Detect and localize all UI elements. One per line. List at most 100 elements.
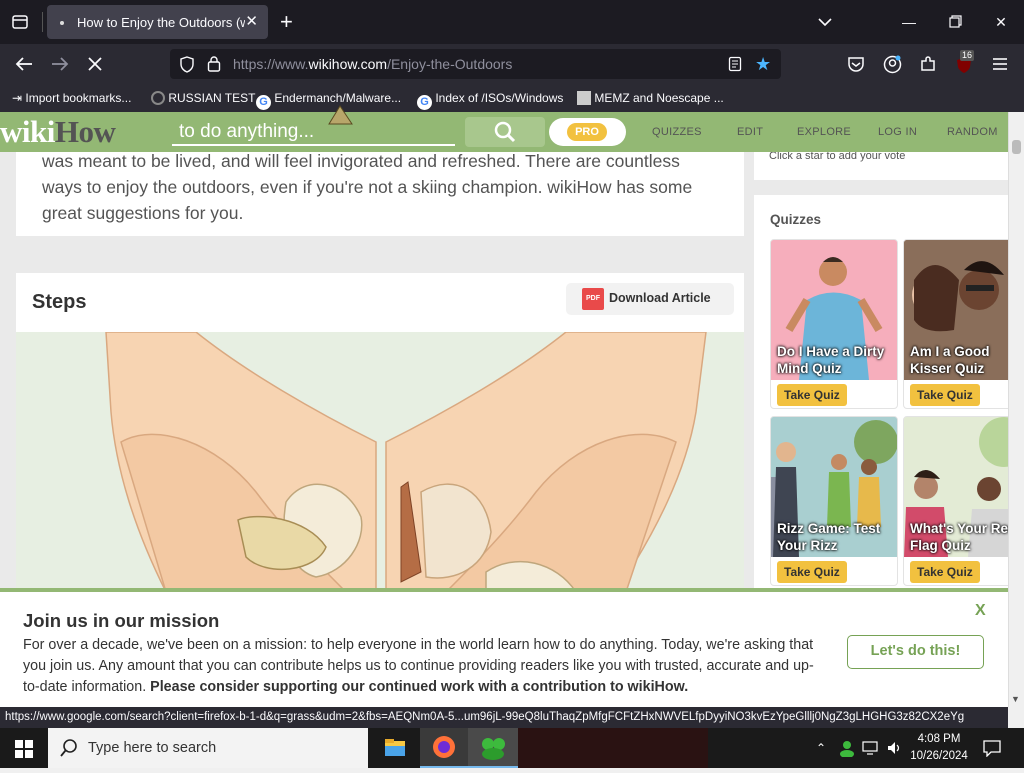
intro-line: was meant to be lived, and will feel inv… — [42, 151, 680, 171]
tracking-shield-icon[interactable] — [179, 56, 195, 78]
nav-explore[interactable]: EXPLORE — [797, 126, 851, 138]
file-explorer-icon[interactable] — [372, 728, 418, 768]
quiz-title: Do I Have a Dirty Mind Quiz — [777, 344, 885, 376]
back-arrow-icon[interactable] — [14, 55, 34, 78]
active-tab[interactable]: How to Enjoy the Outdoors (with ✕ — [47, 5, 268, 39]
account-icon[interactable] — [883, 55, 902, 79]
taskbar-search-box[interactable]: Type here to search — [48, 728, 368, 768]
hamburger-menu-icon[interactable] — [992, 57, 1008, 76]
page-scrollbar[interactable]: ▼ — [1008, 112, 1024, 707]
url-bar[interactable]: https://www.wikihow.com/Enjoy-the-Outdoo… — [170, 49, 781, 79]
bookmark-label: MEMZ and Noescape ... — [594, 91, 724, 105]
url-domain: wikihow.com — [308, 56, 388, 72]
banner-body: For over a decade, we've been on a missi… — [23, 635, 843, 698]
quiz-title: What's Your Red Flag Quiz — [910, 521, 1013, 553]
minimize-button[interactable]: — — [886, 0, 932, 44]
browser-tab-strip: How to Enjoy the Outdoors (with ✕ + — ✕ — [0, 0, 1024, 44]
windows-start-icon[interactable] — [15, 740, 33, 763]
pro-label: PRO — [567, 123, 607, 141]
logo-how: How — [54, 114, 116, 149]
banner-title: Join us in our mission — [23, 610, 220, 631]
volume-icon[interactable] — [886, 740, 902, 761]
quiz-card[interactable]: Do I Have a Dirty Mind Quiz Take Quiz — [770, 239, 898, 409]
banner-close-button[interactable]: X — [975, 602, 986, 620]
banner-line: to-date information. Please consider sup… — [23, 677, 843, 698]
lock-icon[interactable] — [207, 55, 221, 77]
import-icon: ⇥ — [12, 91, 23, 105]
tab-list-icon[interactable] — [10, 12, 30, 32]
close-tab-icon[interactable]: ✕ — [245, 12, 258, 30]
bookmark-favicon-icon — [577, 91, 591, 105]
wikihow-header: wikiHow to do anything... PRO QUIZZES ED… — [0, 112, 1008, 152]
scrollbar-thumb[interactable] — [1012, 140, 1021, 154]
bookmark-star-icon[interactable]: ★ — [755, 54, 771, 75]
quiz-card[interactable]: What's Your Red Flag Quiz Take Quiz — [903, 416, 1013, 586]
bookmark-label: Endermanch/Malware... — [274, 91, 402, 105]
lets-do-this-button[interactable]: Let's do this! — [847, 635, 984, 669]
quizzes-box: Quizzes Do I Have a Dirty Mind Quiz Take… — [754, 195, 1013, 595]
show-hidden-icons-icon[interactable]: ⌃ — [816, 741, 826, 755]
search-placeholder: to do anything... — [179, 121, 315, 142]
extensions-puzzle-icon[interactable] — [919, 55, 937, 78]
pro-button[interactable]: PRO — [549, 118, 626, 146]
network-icon[interactable] — [862, 741, 880, 760]
bookmark-index-isos[interactable]: G Index of /ISOs/Windows — [417, 91, 563, 110]
article-intro: was meant to be lived, and will feel inv… — [16, 151, 744, 236]
take-quiz-button[interactable]: Take Quiz — [910, 561, 980, 583]
tab-title: How to Enjoy the Outdoors (with — [77, 15, 245, 30]
quiz-title: Am I a Good Kisser Quiz — [910, 344, 990, 376]
banner-line-plain: to-date information. — [23, 679, 151, 695]
clock-date: 10/26/2024 — [910, 750, 968, 762]
bookmark-russian-test[interactable]: RUSSIAN TEST — [151, 91, 255, 105]
quiz-card[interactable]: Am I a Good Kisser Quiz Take Quiz — [903, 239, 1013, 409]
ublock-extension-icon[interactable]: 16 — [954, 50, 975, 75]
stop-loading-icon[interactable] — [87, 56, 103, 77]
clock-time: 4:08 PM — [917, 733, 961, 745]
bookmark-import[interactable]: ⇥ Import bookmarks... — [12, 91, 131, 105]
banner-line: For over a decade, we've been on a missi… — [23, 637, 814, 653]
search-input[interactable]: to do anything... — [172, 116, 455, 146]
steps-heading: Steps — [32, 291, 87, 313]
bookmark-favicon-icon — [151, 91, 165, 105]
url-text[interactable]: https://www.wikihow.com/Enjoy-the-Outdoo… — [233, 56, 512, 72]
nav-quizzes[interactable]: QUIZZES — [652, 126, 702, 138]
take-quiz-button[interactable]: Take Quiz — [777, 384, 847, 406]
wikihow-logo[interactable]: wikiHow — [0, 114, 116, 150]
people-icon[interactable] — [838, 739, 856, 762]
list-all-tabs-icon[interactable] — [816, 13, 834, 36]
clock[interactable]: 4:08 PM 10/26/2024 — [907, 731, 971, 765]
google-g-icon: G — [417, 95, 432, 110]
pdf-icon: PDF — [582, 288, 604, 310]
maximize-button[interactable] — [932, 0, 978, 44]
bookmark-memz[interactable]: MEMZ and Noescape ... — [577, 91, 724, 105]
search-button[interactable] — [465, 117, 545, 147]
quiz-card[interactable]: Rizz Game: Test Your Rizz Take Quiz — [770, 416, 898, 586]
app-icon[interactable] — [468, 728, 518, 768]
take-quiz-button[interactable]: Take Quiz — [777, 561, 847, 583]
close-window-button[interactable]: ✕ — [978, 0, 1024, 44]
new-tab-button[interactable]: + — [280, 9, 293, 35]
search-icon — [494, 121, 516, 143]
extension-badge: 16 — [960, 50, 975, 61]
step-illustration — [16, 332, 744, 592]
firefox-icon[interactable] — [420, 728, 468, 768]
nav-edit[interactable]: EDIT — [737, 126, 763, 138]
intro-line: great suggestions for you. — [42, 203, 244, 223]
reader-view-icon[interactable] — [728, 56, 742, 77]
take-quiz-button[interactable]: Take Quiz — [910, 384, 980, 406]
scroll-down-arrow-icon[interactable]: ▼ — [1011, 694, 1020, 704]
forward-arrow-icon[interactable] — [50, 55, 70, 78]
logo-wiki: wiki — [0, 114, 55, 149]
nav-log-in[interactable]: LOG IN — [878, 126, 917, 138]
running-app-highlight[interactable] — [518, 728, 708, 768]
download-article-button[interactable]: PDF Download Article — [566, 283, 734, 315]
notification-icon[interactable] — [983, 739, 1001, 762]
intro-text: was meant to be lived, and will feel inv… — [42, 148, 732, 226]
taskbar-search-placeholder: Type here to search — [88, 740, 217, 756]
pocket-icon[interactable] — [847, 56, 865, 78]
loading-icon — [60, 21, 64, 25]
nav-random[interactable]: RANDOM — [947, 126, 998, 138]
rating-box: Click a star to add your vote — [754, 148, 1008, 180]
banner-line: you join us. Any amount that you can con… — [23, 658, 814, 674]
bookmark-label: RUSSIAN TEST — [168, 91, 256, 105]
